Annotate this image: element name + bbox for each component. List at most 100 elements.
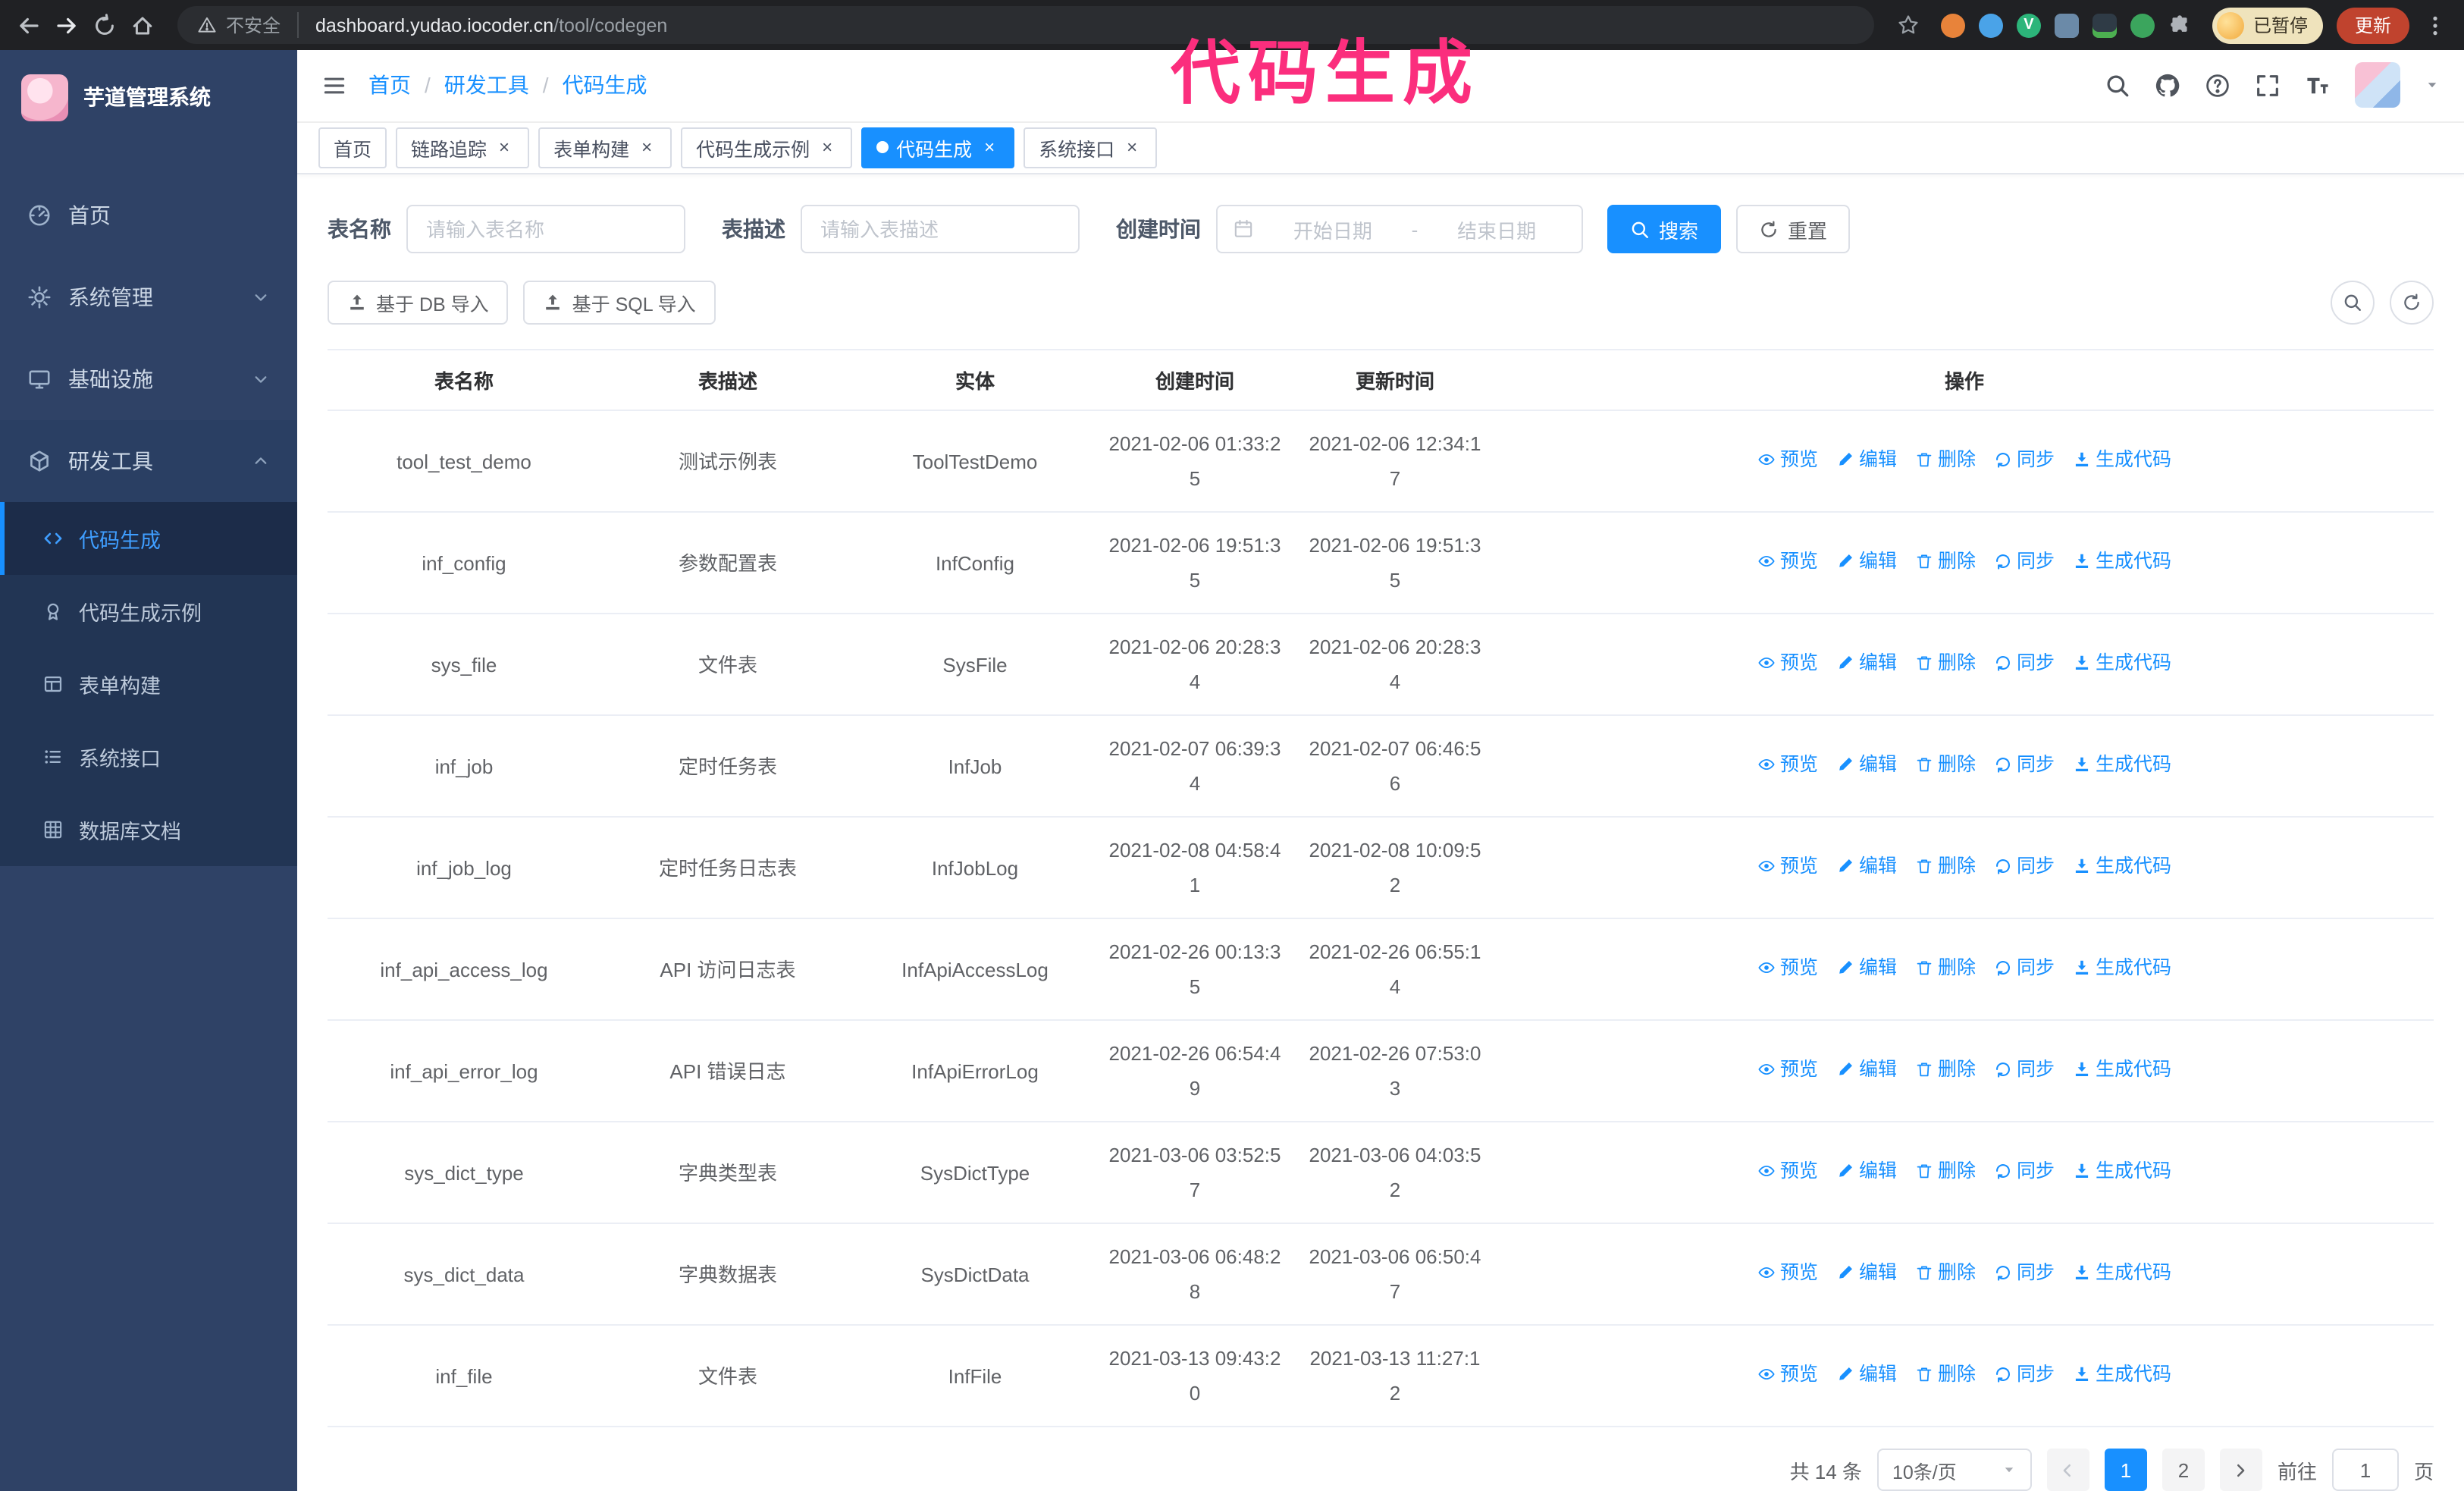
- browser-forward-button[interactable]: [55, 13, 79, 37]
- page-size-select[interactable]: 10条/页: [1876, 1449, 2032, 1491]
- row-action-sync[interactable]: 同步: [1994, 951, 2055, 986]
- row-action-sync[interactable]: 同步: [1994, 545, 2055, 579]
- row-action-edit[interactable]: 编辑: [1836, 1154, 1897, 1189]
- extension-icon-green[interactable]: [2130, 13, 2155, 37]
- security-indicator[interactable]: 不安全: [197, 12, 299, 38]
- reset-button[interactable]: 重置: [1736, 205, 1851, 253]
- tab-form-builder[interactable]: 表单构建: [538, 127, 672, 168]
- row-action-edit[interactable]: 编辑: [1836, 1256, 1897, 1291]
- row-action-preview[interactable]: 预览: [1757, 1053, 1818, 1088]
- goto-page-input[interactable]: [2331, 1449, 2399, 1491]
- row-action-edit[interactable]: 编辑: [1836, 1053, 1897, 1088]
- sidebar-subitem-codegen[interactable]: 代码生成: [0, 502, 297, 575]
- row-action-sync[interactable]: 同步: [1994, 646, 2055, 681]
- sidebar-subitem-system-api[interactable]: 系统接口: [0, 720, 297, 793]
- row-action-preview[interactable]: 预览: [1757, 748, 1818, 783]
- sidebar-collapse-button[interactable]: [321, 73, 347, 99]
- fullscreen-icon[interactable]: [2255, 73, 2281, 99]
- extension-icon-slate[interactable]: [2054, 13, 2079, 37]
- tab-codegen[interactable]: 代码生成: [861, 127, 1015, 168]
- prev-page-button[interactable]: [2046, 1449, 2089, 1491]
- close-icon[interactable]: [637, 138, 657, 158]
- row-action-preview[interactable]: 预览: [1757, 1154, 1818, 1189]
- tab-codegen-example[interactable]: 代码生成示例: [681, 127, 853, 168]
- sidebar-item-home[interactable]: 首页: [0, 174, 297, 256]
- row-action-preview[interactable]: 预览: [1757, 545, 1818, 579]
- browser-update-button[interactable]: 更新: [2336, 7, 2409, 43]
- github-icon[interactable]: [2155, 73, 2180, 99]
- sidebar-item-infrastructure[interactable]: 基础设施: [0, 338, 297, 420]
- page-button-1[interactable]: 1: [2104, 1449, 2147, 1491]
- search-button[interactable]: 搜索: [1607, 205, 1722, 253]
- row-action-sync[interactable]: 同步: [1994, 1053, 2055, 1088]
- page-button-2[interactable]: 2: [2161, 1449, 2205, 1491]
- row-action-generate[interactable]: 生成代码: [2073, 849, 2171, 884]
- row-action-generate[interactable]: 生成代码: [2073, 951, 2171, 986]
- sidebar-subitem-db-doc[interactable]: 数据库文档: [0, 793, 297, 866]
- browser-menu-icon[interactable]: [2423, 13, 2447, 37]
- row-action-generate[interactable]: 生成代码: [2073, 545, 2171, 579]
- row-action-generate[interactable]: 生成代码: [2073, 1154, 2171, 1189]
- row-action-preview[interactable]: 预览: [1757, 443, 1818, 478]
- table-desc-input[interactable]: [801, 205, 1080, 253]
- row-action-sync[interactable]: 同步: [1994, 1358, 2055, 1392]
- browser-back-button[interactable]: [17, 13, 41, 37]
- next-page-button[interactable]: [2219, 1449, 2262, 1491]
- row-action-generate[interactable]: 生成代码: [2073, 748, 2171, 783]
- tab-trace[interactable]: 链路追踪: [396, 127, 530, 168]
- close-icon[interactable]: [1122, 138, 1142, 158]
- row-action-delete[interactable]: 删除: [1915, 1053, 1976, 1088]
- import-db-button[interactable]: 基于 DB 导入: [328, 281, 509, 325]
- row-action-delete[interactable]: 删除: [1915, 443, 1976, 478]
- extensions-puzzle-icon[interactable]: [2168, 14, 2191, 36]
- row-action-generate[interactable]: 生成代码: [2073, 1256, 2171, 1291]
- extension-icon-dark[interactable]: [2092, 13, 2117, 37]
- refresh-table-button[interactable]: [2390, 281, 2434, 325]
- row-action-preview[interactable]: 预览: [1757, 1256, 1818, 1291]
- row-action-delete[interactable]: 删除: [1915, 1154, 1976, 1189]
- bookmark-star-icon[interactable]: [1897, 14, 1920, 36]
- row-action-edit[interactable]: 编辑: [1836, 443, 1897, 478]
- sidebar-item-system-mgmt[interactable]: 系统管理: [0, 256, 297, 338]
- breadcrumb-devtools[interactable]: 研发工具: [444, 71, 529, 101]
- browser-reload-button[interactable]: [92, 13, 117, 37]
- row-action-generate[interactable]: 生成代码: [2073, 646, 2171, 681]
- extension-icon-orange[interactable]: [1940, 13, 1965, 37]
- row-action-edit[interactable]: 编辑: [1836, 951, 1897, 986]
- row-action-delete[interactable]: 删除: [1915, 748, 1976, 783]
- sidebar-item-devtools[interactable]: 研发工具: [0, 420, 297, 502]
- user-avatar[interactable]: [2355, 62, 2400, 108]
- toggle-search-button[interactable]: [2331, 281, 2375, 325]
- row-action-edit[interactable]: 编辑: [1836, 545, 1897, 579]
- tab-system-api[interactable]: 系统接口: [1024, 127, 1158, 168]
- row-action-preview[interactable]: 预览: [1757, 951, 1818, 986]
- row-action-delete[interactable]: 删除: [1915, 646, 1976, 681]
- row-action-edit[interactable]: 编辑: [1836, 849, 1897, 884]
- row-action-sync[interactable]: 同步: [1994, 443, 2055, 478]
- table-name-input[interactable]: [406, 205, 685, 253]
- tab-home[interactable]: 首页: [318, 127, 387, 168]
- row-action-delete[interactable]: 删除: [1915, 1256, 1976, 1291]
- row-action-preview[interactable]: 预览: [1757, 646, 1818, 681]
- row-action-generate[interactable]: 生成代码: [2073, 443, 2171, 478]
- close-icon[interactable]: [494, 138, 514, 158]
- row-action-delete[interactable]: 删除: [1915, 951, 1976, 986]
- address-bar[interactable]: 不安全 dashboard.yudao.iocoder.cn/tool/code…: [177, 6, 1874, 44]
- row-action-sync[interactable]: 同步: [1994, 849, 2055, 884]
- row-action-delete[interactable]: 删除: [1915, 849, 1976, 884]
- chevron-down-icon[interactable]: [2425, 78, 2440, 93]
- profile-paused-chip[interactable]: 已暂停: [2212, 7, 2323, 43]
- row-action-edit[interactable]: 编辑: [1836, 748, 1897, 783]
- app-logo[interactable]: 芋道管理系统: [0, 50, 297, 144]
- row-action-edit[interactable]: 编辑: [1836, 1358, 1897, 1392]
- vue-devtools-icon[interactable]: [2016, 13, 2041, 37]
- row-action-delete[interactable]: 删除: [1915, 545, 1976, 579]
- row-action-preview[interactable]: 预览: [1757, 849, 1818, 884]
- close-icon[interactable]: [980, 138, 999, 158]
- close-icon[interactable]: [817, 138, 837, 158]
- row-action-sync[interactable]: 同步: [1994, 1154, 2055, 1189]
- row-action-sync[interactable]: 同步: [1994, 1256, 2055, 1291]
- search-icon[interactable]: [2105, 73, 2130, 99]
- sidebar-subitem-form-builder[interactable]: 表单构建: [0, 648, 297, 720]
- help-icon[interactable]: [2205, 73, 2230, 99]
